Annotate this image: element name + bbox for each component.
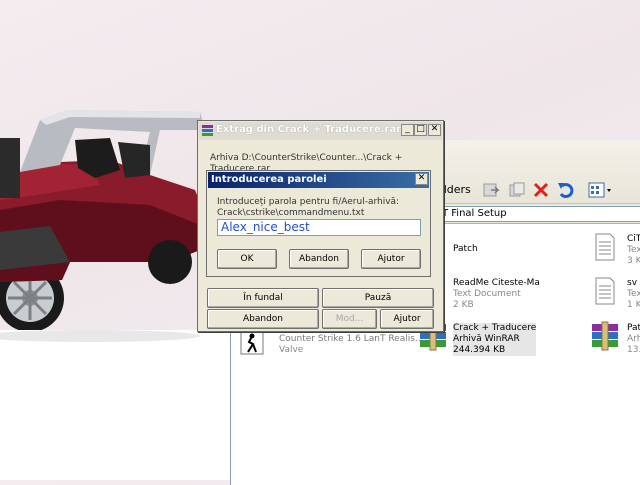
file-name: CiTe	[627, 234, 640, 244]
password-prompt-file: Crack\cstrike\commandmenu.txt	[217, 208, 365, 218]
file-name: Counter Strike 1.6 LanT Realis...	[279, 334, 424, 344]
password-input[interactable]: Alex_nice_best	[217, 219, 421, 236]
mode-button[interactable]: Mod...	[322, 309, 377, 329]
file-name: Patch	[453, 244, 478, 254]
file-type: Arhivă WinRAR	[453, 334, 520, 344]
password-dialog-title: Introducerea parolei	[211, 174, 327, 185]
password-dialog: Introducerea parolei ✕ Introduceți parol…	[206, 170, 431, 277]
valve-shortcut-icon	[240, 331, 264, 355]
address-field[interactable]: T Final Setup	[421, 206, 640, 222]
views-icon[interactable]	[587, 180, 613, 200]
text-document-icon	[595, 233, 615, 261]
file-item-pat[interactable]: Pat Arhi 13.	[627, 323, 640, 356]
password-prompt-line1: Introduceți parola pentru fi/Aerul-arhiv…	[217, 197, 400, 207]
file-type: Tex	[627, 245, 640, 255]
file-type: Arhi	[627, 334, 640, 344]
car-front-wheel	[148, 240, 192, 284]
file-type: Tex	[627, 289, 640, 299]
pause-button[interactable]: Pauză	[322, 288, 434, 308]
cancel-password-button[interactable]: Abandon	[289, 249, 349, 269]
file-size: 2 KB	[453, 300, 474, 310]
file-item-counter-strike[interactable]: Counter Strike 1.6 LanT Realis... Valve	[279, 334, 424, 356]
file-name: sv r	[627, 278, 640, 288]
file-name: ReadMe Citeste-Ma	[453, 278, 540, 288]
file-size: 244.394 KB	[453, 345, 506, 355]
password-dialog-titlebar[interactable]: Introducerea parolei ✕	[208, 172, 429, 188]
help-password-button[interactable]: Ajutor	[361, 249, 421, 269]
password-prompt: Introduceți parola pentru fi/Aerul-arhiv…	[217, 197, 399, 219]
file-item-sv[interactable]: sv r Tex 1 KB	[627, 278, 640, 311]
password-input-value: Alex_nice_best	[221, 220, 310, 234]
close-button[interactable]: ✕	[428, 124, 441, 136]
file-size: 3 KB	[627, 256, 640, 266]
file-name: Pat	[627, 323, 640, 333]
cancel-extract-button[interactable]: Abandon	[207, 309, 319, 329]
address-text: T Final Setup	[442, 208, 507, 219]
file-size: 1 KB	[627, 300, 640, 310]
maximize-button[interactable]: □	[414, 124, 427, 136]
file-item-patch[interactable]: Patch	[453, 244, 478, 255]
minimize-button[interactable]: _	[401, 124, 414, 136]
winrar-titlebar[interactable]: Extrag din Crack + Traducere.rar _ □ ✕	[199, 122, 442, 140]
file-name: Crack + Traducere	[453, 323, 537, 333]
car-seats	[75, 138, 150, 178]
ok-button[interactable]: OK	[217, 249, 277, 269]
background-button[interactable]: În fundal	[207, 288, 319, 308]
password-dialog-close-button[interactable]: ✕	[415, 173, 428, 185]
file-size: 13.	[627, 345, 640, 355]
text-document-icon	[595, 277, 615, 305]
delete-icon[interactable]	[531, 180, 551, 200]
file-item-readme[interactable]: ReadMe Citeste-Ma Text Document 2 KB	[453, 278, 540, 311]
winrar-window-title: Extrag din Crack + Traducere.rar	[216, 124, 402, 135]
move-to-icon[interactable]	[481, 180, 501, 200]
file-item-crack-traducere[interactable]: Crack + Traducere Arhivă WinRAR 244.394 …	[453, 323, 537, 356]
winrar-app-icon	[202, 125, 213, 136]
winrar-archive-icon	[592, 321, 618, 351]
file-type: Text Document	[453, 289, 521, 299]
undo-icon[interactable]	[556, 180, 576, 200]
copy-to-icon[interactable]	[507, 180, 527, 200]
file-type: Valve	[279, 345, 304, 355]
help-extract-button[interactable]: Ajutor	[380, 309, 434, 329]
file-item-citeste[interactable]: CiTe Tex 3 KB	[627, 234, 640, 267]
